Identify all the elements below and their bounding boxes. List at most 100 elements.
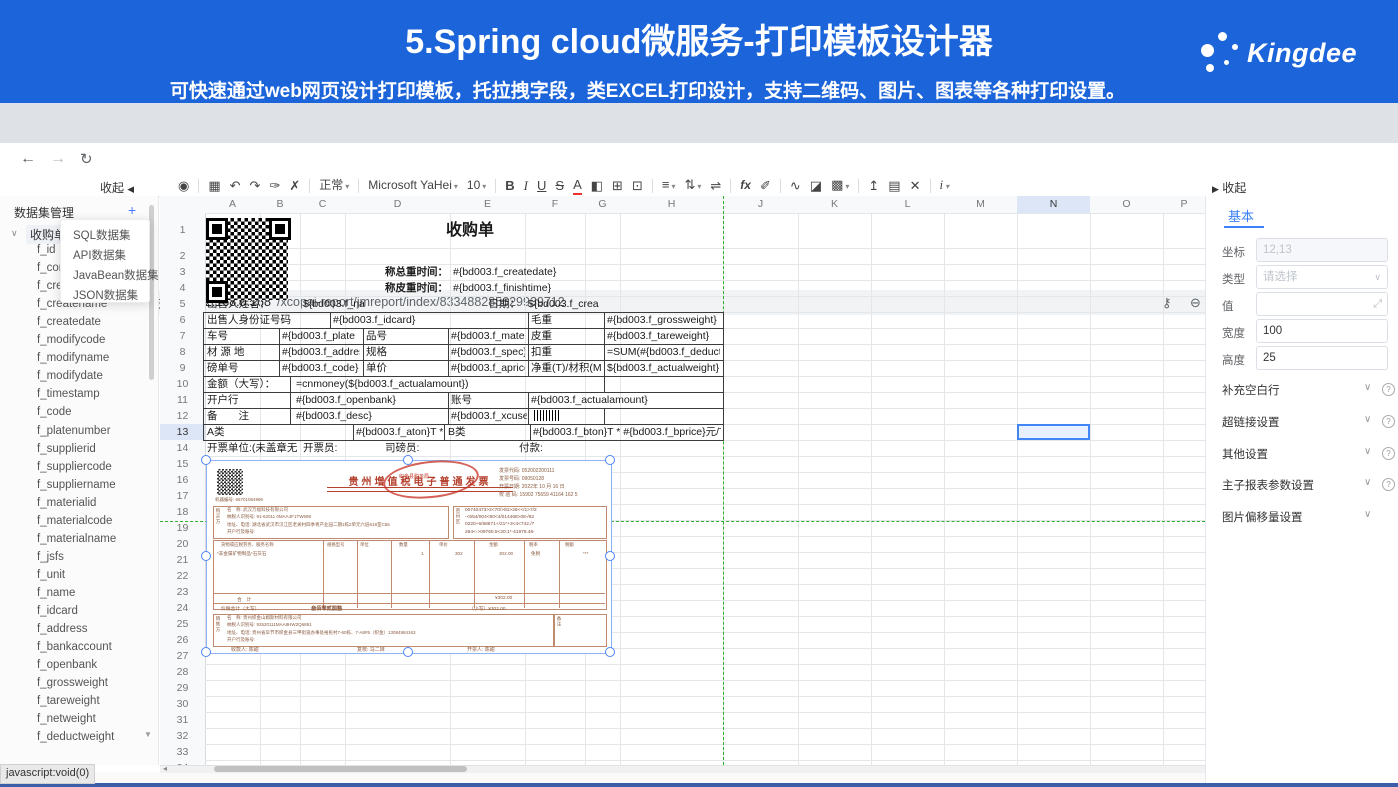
underline-button[interactable]: U (537, 175, 546, 196)
row-header-22[interactable]: 22 (160, 568, 206, 585)
forward-button[interactable]: → (50, 150, 66, 168)
font-color-button[interactable]: A (573, 176, 582, 195)
column-header-G[interactable]: G (585, 196, 621, 214)
row-header-26[interactable]: 26 (160, 632, 206, 649)
sheet-cell[interactable]: #{bd003.f_spec} (451, 346, 525, 359)
row-header-5[interactable]: 5 (160, 296, 206, 313)
horizontal-scrollbar-thumb[interactable] (214, 766, 467, 772)
menu-item-SQL[interactable]: SQL数据集 (73, 227, 131, 243)
fill-color-icon[interactable]: ◧ (591, 175, 603, 196)
resize-handle[interactable] (201, 455, 211, 465)
row-header-32[interactable]: 32 (160, 728, 206, 745)
dataset-field[interactable]: f_netweight (37, 713, 96, 725)
row-header-10[interactable]: 10 (160, 376, 206, 393)
sheet-cell[interactable]: #{bd003.f_xcuse (451, 410, 527, 423)
row-header-13[interactable]: 13 (160, 424, 206, 441)
row-header-28[interactable]: 28 (160, 664, 206, 681)
sheet-cell[interactable]: 金额（大写）： (207, 378, 291, 391)
row-header-12[interactable]: 12 (160, 408, 206, 425)
merge-cells-icon[interactable]: ⊡ (632, 175, 643, 196)
sheet-cell[interactable]: A类 (207, 426, 347, 439)
sheet-cell[interactable]: #{bd003.f_addres (282, 346, 360, 359)
menu-item-JavaBean[interactable]: JavaBean数据集 (73, 267, 159, 283)
sheet-cell[interactable]: 司磅员: (385, 442, 445, 455)
section-help-icon[interactable]: ? (1382, 447, 1395, 460)
sheet-cell[interactable]: ${bd003.f_crea (528, 298, 606, 311)
width-input[interactable] (1256, 319, 1388, 343)
dataset-field[interactable]: f_platenumber (37, 425, 111, 437)
dataset-field[interactable]: f_address (37, 623, 88, 635)
sheet-cell[interactable]: #{bd003.f_createdate} (453, 266, 593, 279)
column-header-B[interactable]: B (260, 196, 301, 214)
sheet-cell[interactable]: 收购单 (360, 220, 580, 242)
redo-icon[interactable]: ↷ (250, 175, 261, 196)
expand-value-icon[interactable]: ⤢ (1373, 293, 1382, 315)
sheet-cell[interactable]: #{bd003.f_actualamount} (531, 394, 716, 407)
panel-collapse-toggle[interactable]: ▶ 收起 (1212, 179, 1246, 196)
section-chevron-icon[interactable]: ∨ (1364, 509, 1371, 520)
format-painter-icon[interactable]: ✑ (269, 175, 280, 196)
row-header-11[interactable]: 11 (160, 392, 206, 409)
row-header-17[interactable]: 17 (160, 488, 206, 505)
undo-icon[interactable]: ↶ (230, 175, 241, 196)
sheet-cell[interactable]: 单价 (366, 362, 446, 375)
sheet-cell[interactable]: #{bd003.f_code} (282, 362, 360, 375)
sheet-cell[interactable]: 开户行 (207, 394, 291, 407)
borders-icon[interactable]: ⊞ (612, 175, 623, 196)
row-header-24[interactable]: 24 (160, 600, 206, 617)
dataset-field[interactable]: f_deductweight (37, 731, 114, 743)
column-header-N[interactable]: N (1017, 196, 1091, 214)
column-header-K[interactable]: K (798, 196, 872, 214)
row-header-25[interactable]: 25 (160, 616, 206, 633)
dataset-field[interactable]: f_code (37, 406, 72, 418)
resize-handle[interactable] (605, 455, 615, 465)
formula-icon[interactable]: fx (740, 175, 751, 196)
dataset-field[interactable]: f_grossweight (37, 677, 108, 689)
dataset-field[interactable]: f_idcard (37, 605, 78, 617)
bold-button[interactable]: B (505, 175, 514, 196)
sheet-cell[interactable]: 车号 (207, 330, 279, 343)
qrcode-select[interactable]: ▩▾ (831, 174, 849, 197)
sheet-cell[interactable]: =SUM(#{bd003.f_deductw (607, 346, 720, 359)
panel-section-2[interactable]: 超链接设置 (1222, 414, 1280, 430)
column-header-D[interactable]: D (345, 196, 451, 214)
section-help-icon[interactable]: ? (1382, 415, 1395, 428)
resize-handle[interactable] (403, 455, 413, 465)
sheet-cell[interactable]: 净重(T)/材积(M (531, 362, 603, 375)
barcode-image[interactable] (534, 410, 560, 421)
sheet-cell[interactable]: 备 注 (207, 410, 291, 423)
style-select[interactable]: 正常▾ (319, 175, 349, 197)
row-header-4[interactable]: 4 (160, 280, 206, 297)
image-icon[interactable]: ◪ (810, 175, 822, 196)
row-header-29[interactable]: 29 (160, 680, 206, 697)
sheet-cell[interactable]: 毛重 (531, 314, 601, 327)
tab-basic[interactable]: 基本 (1228, 206, 1254, 225)
sheet-cell[interactable]: 规格 (366, 346, 446, 359)
text-wrap-icon[interactable]: ⇌ (710, 175, 721, 196)
section-chevron-icon[interactable]: ∨ (1364, 414, 1371, 425)
resize-handle[interactable] (201, 647, 211, 657)
value-input[interactable]: ⤢ (1256, 292, 1388, 316)
row-header-21[interactable]: 21 (160, 552, 206, 569)
sheet-cell[interactable]: #{bd003.f_plate (282, 330, 360, 343)
column-header-P[interactable]: P (1163, 196, 1206, 214)
align-vertical-select[interactable]: ⇅▾ (684, 174, 701, 197)
dataset-field[interactable]: f_openbank (37, 659, 97, 671)
dataset-field[interactable]: f_jsfs (37, 551, 64, 563)
row-header-3[interactable]: 3 (160, 264, 206, 281)
sheet-cell[interactable]: #{bd003.f_aprice (451, 362, 525, 375)
sheet-cell[interactable]: 付款: (519, 442, 569, 455)
field-list-scroll-down-icon[interactable]: ▼ (144, 730, 152, 739)
sheet-cell[interactable]: #{bd003.f_desc} (296, 410, 444, 423)
sheet-cell[interactable]: 日期： (450, 298, 520, 311)
sheet-cell[interactable]: =cnmoney(${bd003.f_actualamount}) (296, 378, 596, 391)
row-header-9[interactable]: 9 (160, 360, 206, 377)
sheet-cell[interactable]: #{bd003.f_idcard} (333, 314, 523, 327)
section-chevron-icon[interactable]: ∨ (1364, 382, 1371, 393)
align-horizontal-select[interactable]: ≡▾ (662, 174, 676, 197)
sheet-cell[interactable]: 开票单位:(未盖章无 (207, 442, 302, 455)
dataset-field[interactable]: f_bankaccount (37, 641, 112, 653)
row-header-20[interactable]: 20 (160, 536, 206, 553)
chart-icon[interactable]: ∿ (790, 175, 801, 196)
sheet-cell[interactable]: 开票员: (303, 442, 363, 455)
